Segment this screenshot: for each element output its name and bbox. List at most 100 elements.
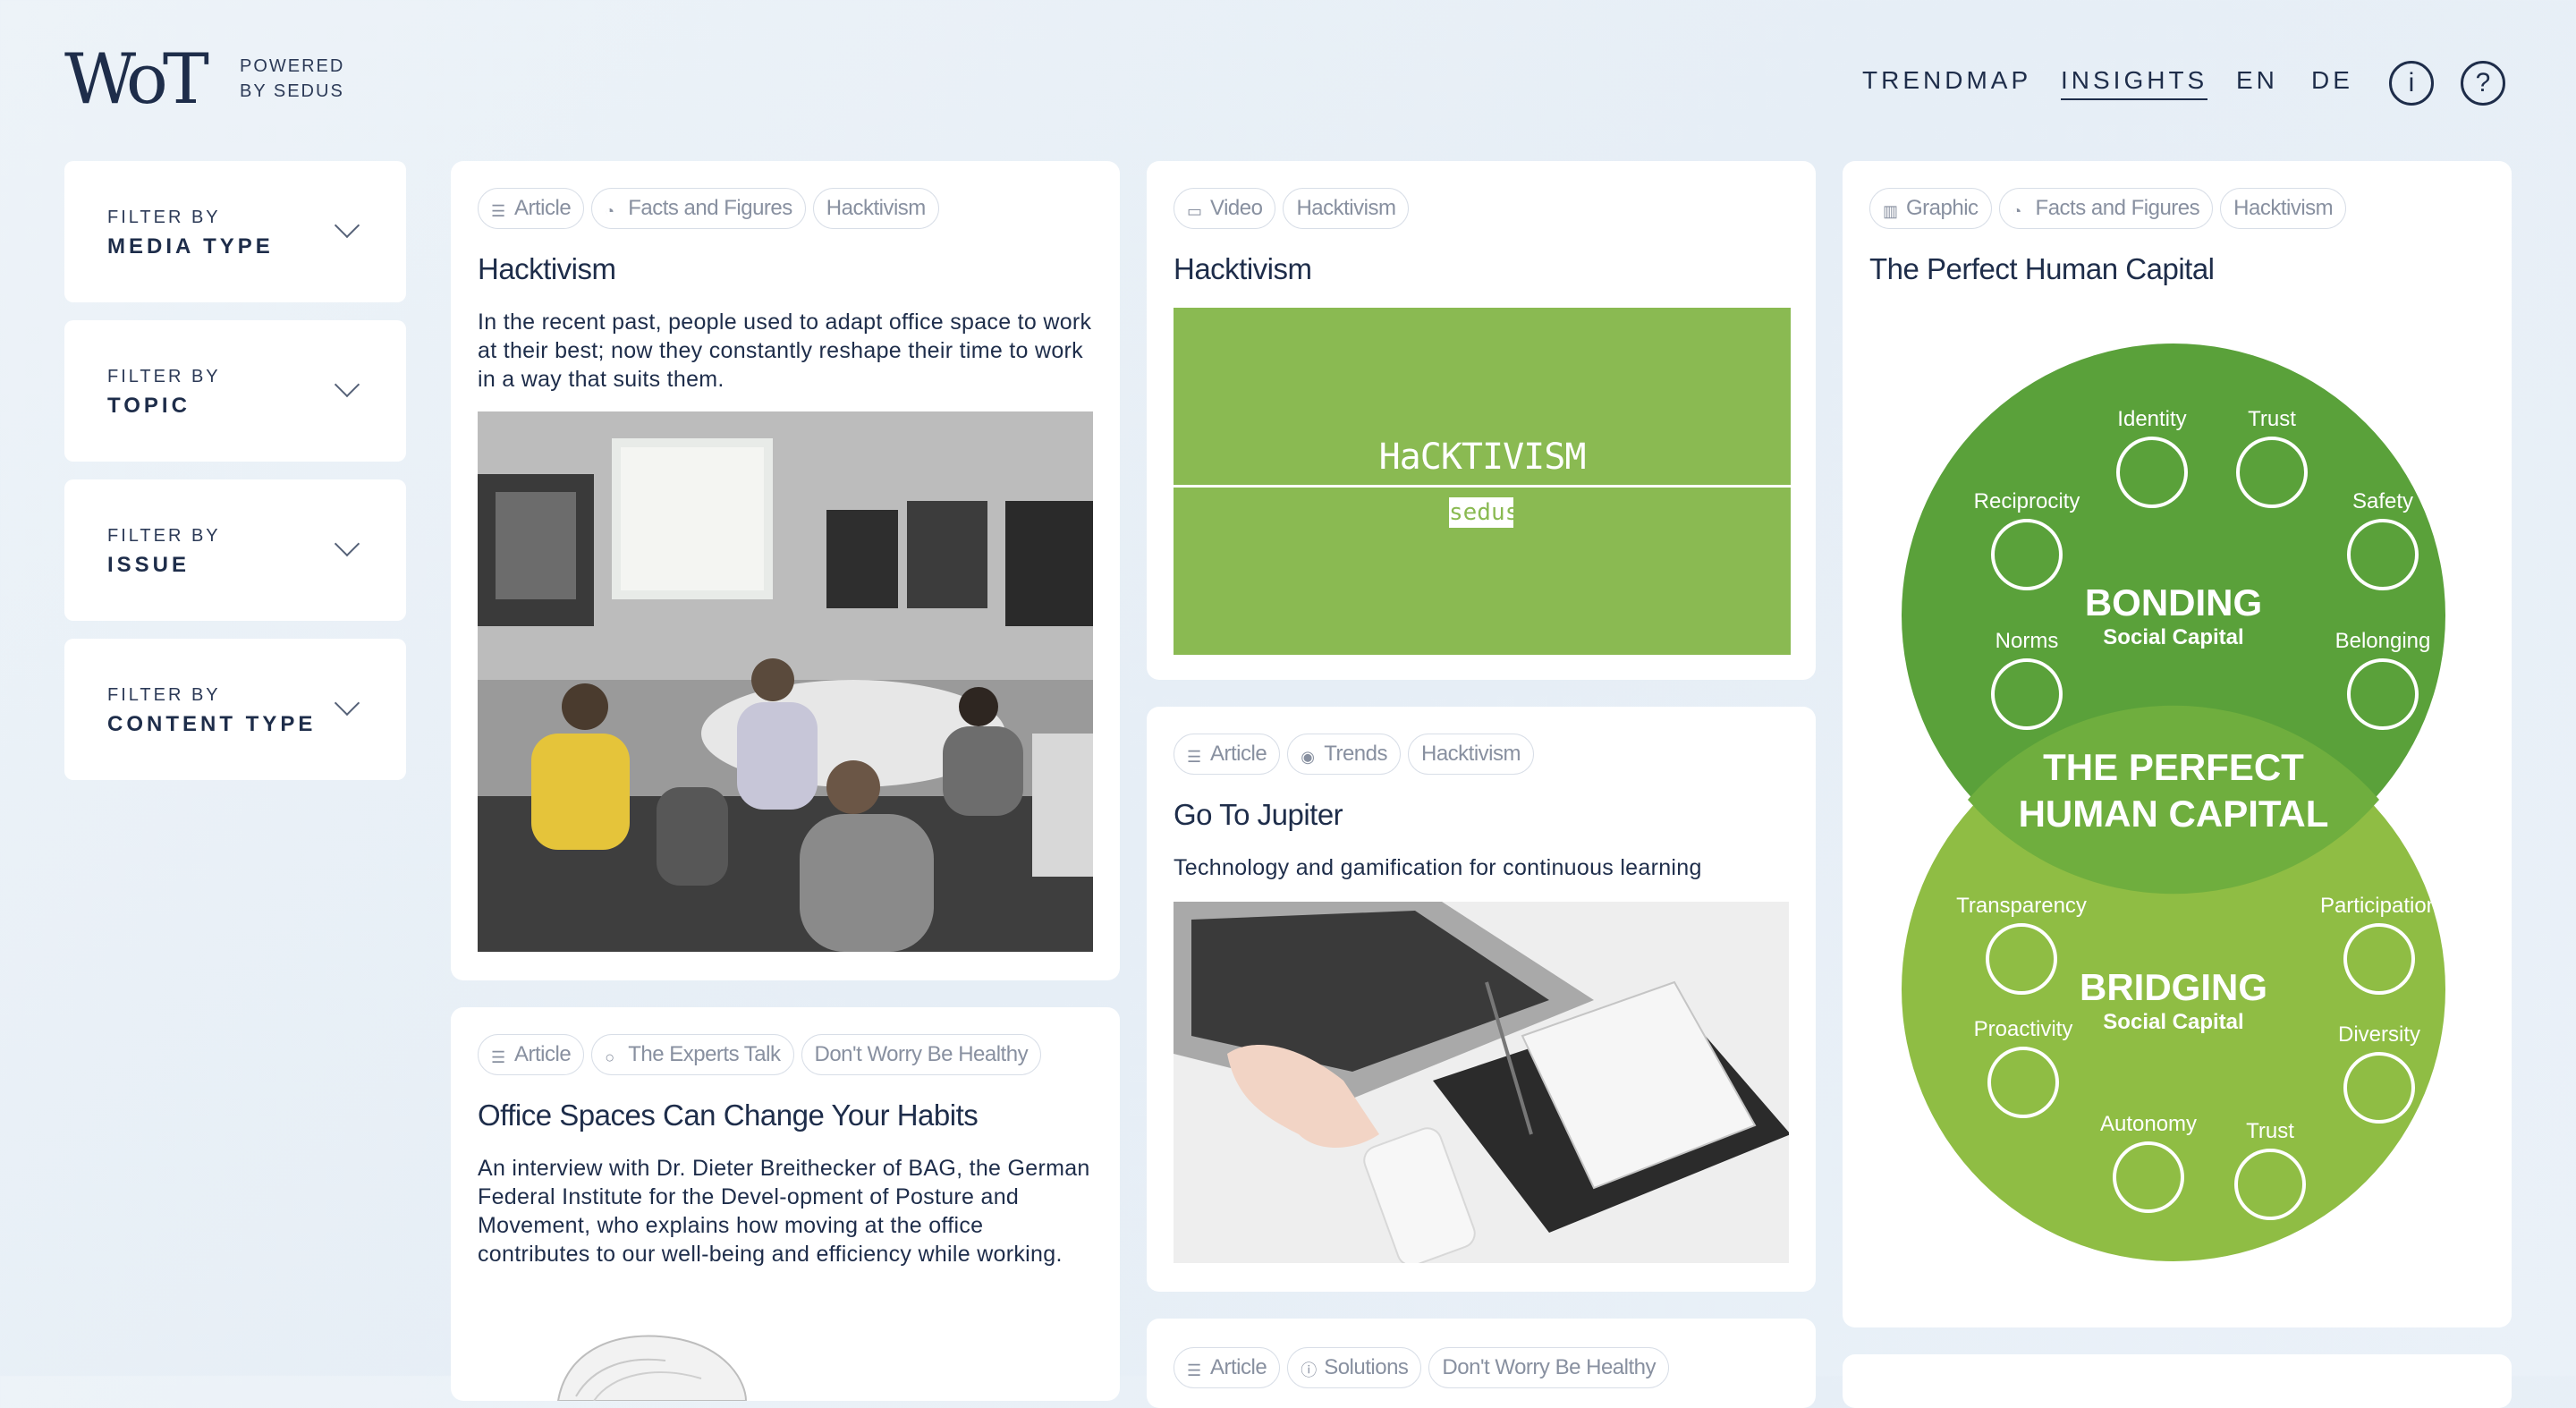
tag-issue[interactable]: Hacktivism — [1408, 734, 1535, 775]
label-participation: Participation — [2320, 894, 2438, 918]
nav-language-de[interactable]: DE — [2311, 66, 2353, 95]
target-icon: ◉ — [1301, 748, 1315, 766]
bonding-sub-label: Social Capital — [2103, 625, 2243, 649]
label-reciprocity: Reciprocity — [1974, 489, 2080, 513]
nav-language-en[interactable]: EN — [2236, 66, 2278, 95]
label-trust-top: Trust — [2248, 407, 2296, 431]
bridging-label: BRIDGING — [2080, 966, 2267, 1008]
card-tags: ☰ Article ○ The Experts Talk Don't Worry Be … — [478, 1034, 1048, 1079]
tag-label: Graphic — [1906, 196, 1979, 220]
card-tags: ▥ Graphic ◔ Facts and Figures Hacktivism — [1869, 188, 2353, 233]
video-thumbnail[interactable]: HaCKTIVISM sedus — [1174, 308, 1791, 655]
insight-card-next[interactable] — [1843, 1354, 2512, 1408]
card-description: Technology and gamification for continuo… — [1174, 855, 1702, 880]
human-capital-graphic[interactable]: THE PERFECT HUMAN CAPITAL BONDING Social… — [1869, 326, 2485, 1295]
help-icon[interactable]: ? — [2461, 61, 2505, 106]
filter-label: ISSUE — [107, 553, 191, 577]
chevron-down-icon — [334, 212, 360, 239]
speech-bubble-icon: ○ — [605, 1048, 614, 1066]
article-icon: ☰ — [491, 202, 505, 220]
chart-icon: ◔ — [605, 202, 614, 220]
chevron-down-icon — [334, 530, 360, 557]
card-title[interactable]: Office Spaces Can Change Your Habits — [478, 1098, 979, 1132]
top-navigation: TRENDMAP INSIGHTS EN DE i ? — [0, 57, 2576, 111]
tag-media-type[interactable]: ☰ Article — [478, 1034, 585, 1075]
card-tags: ☰ Article ◉ Trends Hacktivism — [1174, 734, 1541, 778]
tag-issue[interactable]: Hacktivism — [2220, 188, 2347, 229]
nav-insights[interactable]: INSIGHTS — [2061, 66, 2208, 100]
tag-media-type[interactable]: ▥ Graphic — [1869, 188, 1992, 229]
tag-issue[interactable]: Hacktivism — [1283, 188, 1410, 229]
tag-label: Trends — [1324, 742, 1387, 766]
filter-label: MEDIA TYPE — [107, 234, 274, 259]
insight-card-office-spaces[interactable]: ☰ Article ○ The Experts Talk Don't Worry Be … — [451, 1007, 1120, 1401]
tag-media-type[interactable]: ☰ Article — [1174, 1347, 1281, 1388]
nav-trendmap[interactable]: TRENDMAP — [1862, 66, 2031, 95]
info-circle-icon: ⓘ — [1301, 1361, 1317, 1379]
tag-content-type[interactable]: ◔ Facts and Figures — [1998, 188, 2214, 229]
human-capital-diagram: THE PERFECT HUMAN CAPITAL BONDING Social… — [1902, 344, 2445, 1261]
tag-label: Facts and Figures — [628, 196, 792, 220]
insight-card-hacktivism-video[interactable]: ▭ Video Hacktivism Hacktivism HaCKTIVISM s… — [1147, 161, 1816, 680]
tag-content-type[interactable]: ⓘ Solutions — [1287, 1347, 1422, 1388]
laptop-photo-illustration — [1174, 902, 1789, 1263]
filter-prefix: FILTER BY — [107, 208, 221, 227]
card-tags: ☰ Article ◔ Facts and Figures Hacktivism — [478, 188, 946, 233]
filter-label: TOPIC — [107, 394, 191, 418]
card-title[interactable]: The Perfect Human Capital — [1869, 252, 2215, 286]
card-image-portrait[interactable] — [478, 1311, 1093, 1401]
label-safety: Safety — [2352, 489, 2413, 513]
tag-label: The Experts Talk — [628, 1042, 781, 1066]
filter-prefix: FILTER BY — [107, 526, 221, 546]
card-description: In the recent past, people used to adapt… — [478, 310, 1092, 392]
insight-card-go-to-jupiter[interactable]: ☰ Article ◉ Trends Hacktivism Go To Jupiter … — [1147, 707, 1816, 1292]
filter-prefix: FILTER BY — [107, 367, 221, 386]
tag-content-type[interactable]: ◔ Facts and Figures — [591, 188, 806, 229]
filter-label: CONTENT TYPE — [107, 712, 317, 736]
card-title[interactable]: Hacktivism — [478, 252, 616, 286]
tag-media-type[interactable]: ☰ Article — [1174, 734, 1281, 775]
tag-label: Hacktivism — [826, 196, 927, 220]
info-icon[interactable]: i — [2389, 61, 2434, 106]
bonding-label: BONDING — [2085, 581, 2262, 623]
card-description: An interview with Dr. Dieter Breithecker… — [478, 1156, 1090, 1267]
card-tags: ☰ Article ⓘ Solutions Don't Worry Be Healthy — [1174, 1347, 1676, 1392]
filter-topic[interactable]: FILTER BY TOPIC — [64, 320, 406, 462]
tag-label: Video — [1210, 196, 1263, 220]
tag-content-type[interactable]: ○ The Experts Talk — [591, 1034, 794, 1075]
filter-media-type[interactable]: FILTER BY MEDIA TYPE — [64, 161, 406, 302]
chart-icon: ◔ — [2012, 202, 2022, 220]
center-label-2: HUMAN CAPITAL — [2019, 793, 2329, 835]
classroom-photo-illustration — [478, 411, 1093, 952]
tag-media-type[interactable]: ▭ Video — [1174, 188, 1276, 229]
chevron-down-icon — [334, 371, 360, 398]
sedus-video-badge: sedus — [1449, 497, 1520, 528]
filter-content-type[interactable]: FILTER BY CONTENT TYPE — [64, 639, 406, 780]
tag-issue[interactable]: Hacktivism — [812, 188, 939, 229]
card-title[interactable]: Hacktivism — [1174, 252, 1312, 286]
insight-card-hacktivism-article[interactable]: ☰ Article ◔ Facts and Figures Hacktivism Hac… — [451, 161, 1120, 980]
label-belonging: Belonging — [2335, 629, 2431, 653]
tag-label: Article — [1210, 742, 1267, 766]
center-label-1: THE PERFECT — [2043, 746, 2304, 788]
tag-media-type[interactable]: ☰ Article — [478, 188, 585, 229]
video-icon: ▭ — [1187, 202, 1202, 220]
card-image-classroom-photo[interactable] — [478, 411, 1093, 952]
article-icon: ☰ — [1187, 748, 1201, 766]
tag-label: Article — [514, 1042, 572, 1066]
article-icon: ☰ — [1187, 1361, 1201, 1379]
tag-issue[interactable]: Don't Worry Be Healthy — [801, 1034, 1042, 1075]
insight-card-perfect-human-capital[interactable]: ▥ Graphic ◔ Facts and Figures Hacktivism The… — [1843, 161, 2512, 1327]
filter-issue[interactable]: FILTER BY ISSUE — [64, 479, 406, 621]
label-identity: Identity — [2117, 407, 2186, 431]
card-tags: ▭ Video Hacktivism — [1174, 188, 1416, 233]
card-image-laptop-photo[interactable] — [1174, 902, 1789, 1263]
card-title[interactable]: Go To Jupiter — [1174, 798, 1343, 832]
bar-chart-icon: ▥ — [1883, 202, 1898, 220]
tag-content-type[interactable]: ◉ Trends — [1287, 734, 1401, 775]
label-autonomy: Autonomy — [2100, 1112, 2197, 1136]
tag-issue[interactable]: Don't Worry Be Healthy — [1428, 1347, 1669, 1388]
insight-card-solutions[interactable]: ☰ Article ⓘ Solutions Don't Worry Be Healthy — [1147, 1319, 1816, 1408]
tag-label: Facts and Figures — [2035, 196, 2200, 220]
portrait-illustration — [556, 1335, 748, 1401]
